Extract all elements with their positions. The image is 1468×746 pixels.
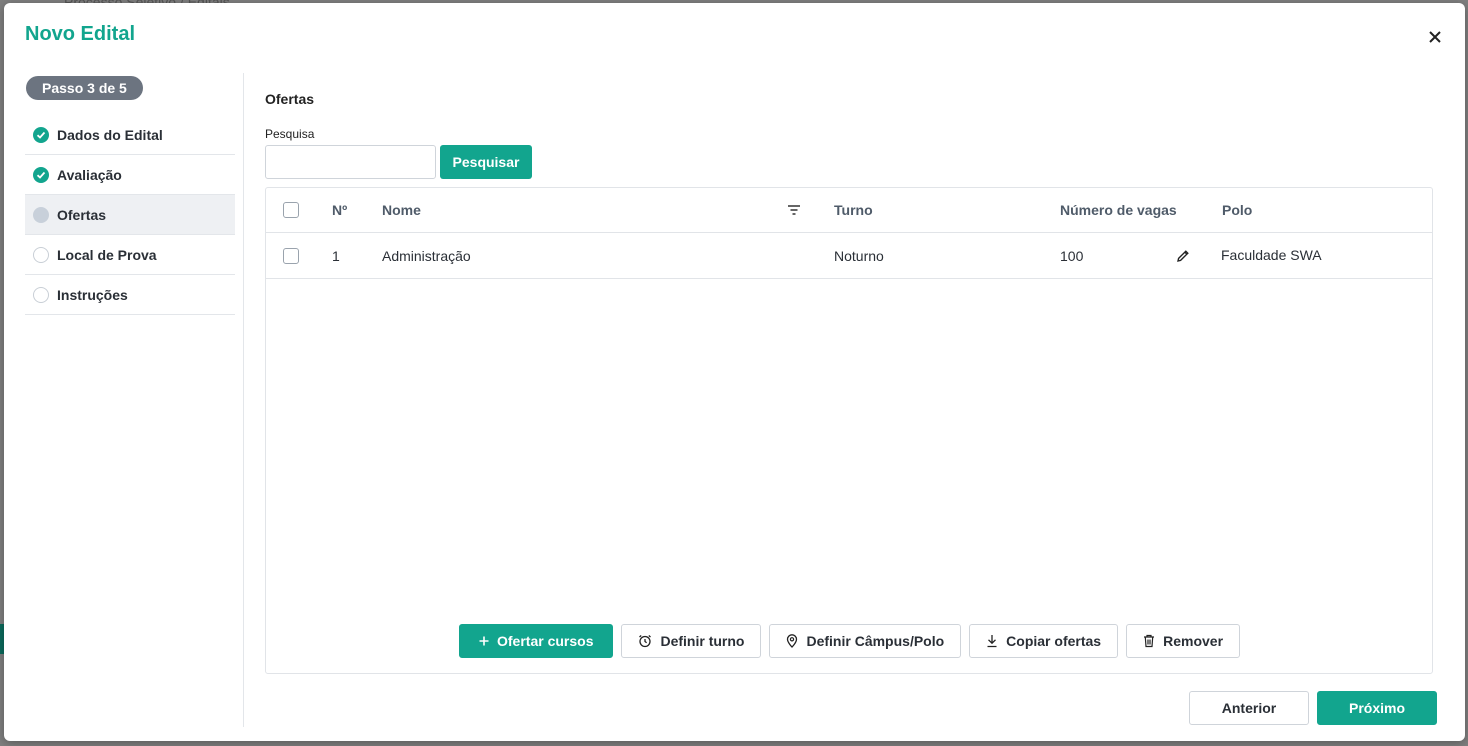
close-icon: [1429, 31, 1441, 43]
empty-circle-icon: [33, 246, 49, 263]
alarm-clock-icon: [639, 635, 652, 648]
select-all-checkbox[interactable]: [283, 202, 299, 218]
definir-campus-polo-button[interactable]: Definir Câmpus/Polo: [769, 624, 962, 658]
ofertas-table: Nº Nome Turno Número de vagas Polo 1 Adm…: [265, 187, 1433, 674]
remover-button[interactable]: Remover: [1126, 624, 1241, 658]
column-header-num: Nº: [332, 202, 348, 218]
copiar-ofertas-button[interactable]: Copiar ofertas: [969, 624, 1119, 658]
button-label: Copiar ofertas: [1006, 633, 1102, 649]
section-title: Ofertas: [265, 91, 315, 107]
previous-button[interactable]: Anterior: [1189, 691, 1309, 725]
button-label: Ofertar cursos: [497, 633, 594, 649]
download-icon: [987, 635, 997, 648]
next-button[interactable]: Próximo: [1317, 691, 1437, 725]
ofertar-cursos-button[interactable]: Ofertar cursos: [459, 624, 614, 658]
button-label: Definir turno: [660, 633, 745, 649]
column-header-polo: Polo: [1222, 202, 1253, 218]
search-label: Pesquisa: [265, 127, 315, 141]
row-vagas: 100: [1060, 247, 1084, 264]
search-button[interactable]: Pesquisar: [440, 145, 532, 179]
table-actions: Ofertar cursos Definir turno Definir Câm…: [459, 624, 1241, 658]
check-circle-icon: [33, 166, 49, 183]
empty-circle-icon: [33, 286, 49, 303]
step-list: Dados do Edital Avaliação Ofertas Local …: [25, 115, 235, 315]
step-ofertas[interactable]: Ofertas: [25, 195, 235, 235]
step-label: Dados do Edital: [57, 126, 163, 143]
map-pin-icon: [787, 634, 798, 648]
row-checkbox[interactable]: [283, 247, 299, 264]
modal-title: Novo Edital: [25, 23, 136, 45]
step-label: Instruções: [57, 286, 128, 303]
new-edital-modal: Novo Edital Passo 3 de 5 Dados do Edital…: [4, 3, 1465, 741]
search-input[interactable]: [265, 145, 436, 179]
step-label: Ofertas: [57, 206, 107, 223]
plus-icon: [479, 636, 489, 646]
step-label: Local de Prova: [57, 246, 157, 263]
button-label: Remover: [1163, 633, 1224, 649]
row-turno: Noturno: [834, 247, 884, 264]
filter-button[interactable]: [787, 188, 801, 232]
table-row[interactable]: 1 Administração Noturno 100 Faculdade SW…: [266, 233, 1432, 279]
column-header-nome: Nome: [382, 202, 421, 218]
row-nome: Administração: [382, 247, 471, 264]
column-header-vagas: Número de vagas: [1060, 202, 1177, 218]
row-num: 1: [332, 247, 340, 264]
stepper-sidebar: Passo 3 de 5 Dados do Edital Avaliação O…: [25, 73, 244, 727]
check-circle-icon: [33, 126, 49, 143]
definir-turno-button[interactable]: Definir turno: [621, 624, 762, 658]
filter-icon: [788, 205, 800, 215]
step-local-de-prova[interactable]: Local de Prova: [25, 235, 235, 275]
edit-vagas-button[interactable]: [1176, 233, 1190, 278]
table-header: Nº Nome Turno Número de vagas Polo: [266, 188, 1432, 233]
row-polo: Faculdade SWA: [1221, 246, 1322, 263]
pencil-icon: [1177, 249, 1189, 262]
step-avaliacao[interactable]: Avaliação: [25, 155, 235, 195]
column-header-turno: Turno: [834, 202, 873, 218]
step-badge: Passo 3 de 5: [26, 76, 143, 100]
step-instrucoes[interactable]: Instruções: [25, 275, 235, 315]
trash-icon: [1144, 634, 1155, 648]
current-step-icon: [33, 206, 49, 223]
button-label: Definir Câmpus/Polo: [806, 633, 945, 649]
close-button[interactable]: [1425, 27, 1445, 47]
step-dados-do-edital[interactable]: Dados do Edital: [25, 115, 235, 155]
step-label: Avaliação: [57, 166, 122, 183]
